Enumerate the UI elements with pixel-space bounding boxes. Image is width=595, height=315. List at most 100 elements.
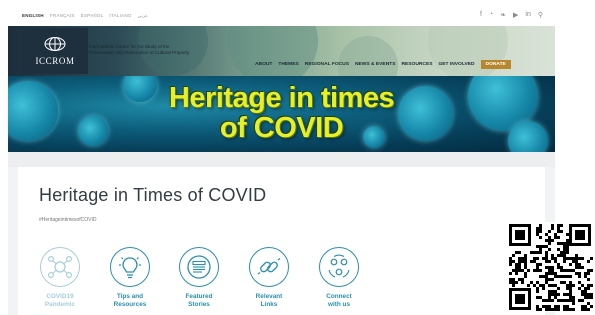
nav-item-get-involved[interactable]: GET INVOLVED	[438, 62, 474, 67]
qr-module	[560, 230, 563, 233]
qr-module	[557, 266, 560, 269]
qr-code-image	[507, 222, 593, 312]
qr-module	[521, 260, 524, 263]
tile-connect-with-us[interactable]: Connect with us	[316, 247, 362, 309]
link-icon	[257, 258, 281, 275]
qr-module	[590, 257, 593, 260]
hero-banner: Heritage in times of COVID	[8, 76, 555, 152]
qr-module	[521, 257, 524, 260]
tile-tips-resources[interactable]: Tips and Resources	[107, 247, 153, 309]
qr-module	[512, 254, 515, 257]
qr-module	[569, 287, 572, 290]
qr-module	[536, 233, 539, 236]
qr-module	[563, 251, 566, 254]
qr-module	[563, 242, 566, 245]
tile-covid19-pandemic[interactable]: COVID19 Pandemic	[37, 247, 83, 309]
twitter-icon[interactable]: ❧	[500, 11, 506, 19]
qr-module	[548, 284, 551, 287]
qr-module	[590, 296, 593, 299]
qr-module	[554, 284, 557, 287]
nav-item-about[interactable]: ABOUT	[255, 62, 272, 67]
qr-module	[515, 266, 518, 269]
qr-module	[560, 299, 563, 302]
qr-module	[551, 284, 554, 287]
hashtag[interactable]: #HeritageintimesofCOVID	[39, 217, 97, 223]
search-icon[interactable]: ⚲	[538, 11, 543, 19]
qr-module	[515, 251, 518, 254]
qr-module	[587, 287, 590, 290]
donate-label: DONATE	[485, 62, 506, 67]
qr-module	[548, 296, 551, 299]
tile-circle	[249, 247, 289, 287]
qr-module	[539, 224, 542, 227]
qr-module	[524, 272, 527, 275]
iccrom-logo[interactable]: ICCROM	[22, 28, 88, 74]
qr-module	[578, 275, 581, 278]
qr-module	[560, 269, 563, 272]
youtube-icon[interactable]: ▶	[513, 11, 518, 19]
qr-module	[554, 272, 557, 275]
qr-module	[554, 275, 557, 278]
qr-module	[551, 239, 554, 242]
qr-module	[590, 284, 593, 287]
qr-module	[545, 260, 548, 263]
lang-italian[interactable]: ITALIANO	[109, 13, 131, 19]
qr-module	[554, 260, 557, 263]
qr-module	[560, 275, 563, 278]
qr-module	[536, 227, 539, 230]
qr-module	[557, 236, 560, 239]
qr-module	[587, 308, 590, 311]
qr-module	[539, 236, 542, 239]
qr-module	[575, 254, 578, 257]
qr-module	[509, 278, 512, 281]
nav-item-resources[interactable]: RESOURCES	[401, 62, 432, 67]
qr-module	[509, 263, 512, 266]
qr-module	[581, 257, 584, 260]
qr-module	[563, 308, 566, 311]
qr-module	[527, 284, 530, 287]
newspaper-icon	[187, 255, 211, 279]
qr-module	[551, 269, 554, 272]
lang-arabic[interactable]: عربي	[138, 13, 148, 19]
qr-module	[584, 272, 587, 275]
tile-featured-stories[interactable]: Featured Stories	[176, 247, 222, 309]
tile-relevant-links[interactable]: Relevant Links	[246, 247, 292, 309]
qr-module	[536, 281, 539, 284]
tile-label: COVID19 Pandemic	[37, 293, 83, 309]
linkedin-icon[interactable]: in	[525, 11, 530, 19]
banner-title-line-2: of COVID	[219, 112, 344, 144]
lang-spanish[interactable]: ESPAÑOL	[81, 13, 104, 19]
tile-label-line-2: Pandemic	[44, 301, 76, 308]
qr-module	[563, 257, 566, 260]
nav-item-regional-focus[interactable]: REGIONAL FOCUS	[305, 62, 349, 67]
qr-module	[548, 260, 551, 263]
qr-module	[563, 245, 566, 248]
facebook-icon[interactable]: f	[480, 11, 482, 19]
nav-item-themes[interactable]: THEMES	[278, 62, 298, 67]
qr-module	[584, 293, 587, 296]
qr-module	[569, 290, 572, 293]
qr-module	[551, 293, 554, 296]
rss-icon[interactable]: ◔	[489, 11, 493, 19]
nav-item-news-events[interactable]: NEWS & EVENTS	[355, 62, 396, 67]
qr-module	[539, 284, 542, 287]
tile-label: Featured Stories	[176, 293, 222, 309]
qr-module	[539, 269, 542, 272]
qr-module	[551, 257, 554, 260]
qr-module	[524, 275, 527, 278]
qr-module	[536, 287, 539, 290]
lightbulb-icon	[119, 257, 141, 279]
donate-button[interactable]: DONATE	[480, 60, 511, 69]
qr-module	[548, 290, 551, 293]
qr-module	[578, 287, 581, 290]
qr-module	[536, 245, 539, 248]
qr-module	[557, 230, 560, 233]
qr-module	[521, 281, 524, 284]
qr-module	[587, 269, 590, 272]
qr-module	[581, 290, 584, 293]
lang-english[interactable]: ENGLISH	[22, 13, 44, 19]
qr-module	[578, 299, 581, 302]
lang-french[interactable]: FRANÇAIS	[50, 13, 75, 19]
qr-module	[542, 287, 545, 290]
qr-module	[566, 275, 569, 278]
